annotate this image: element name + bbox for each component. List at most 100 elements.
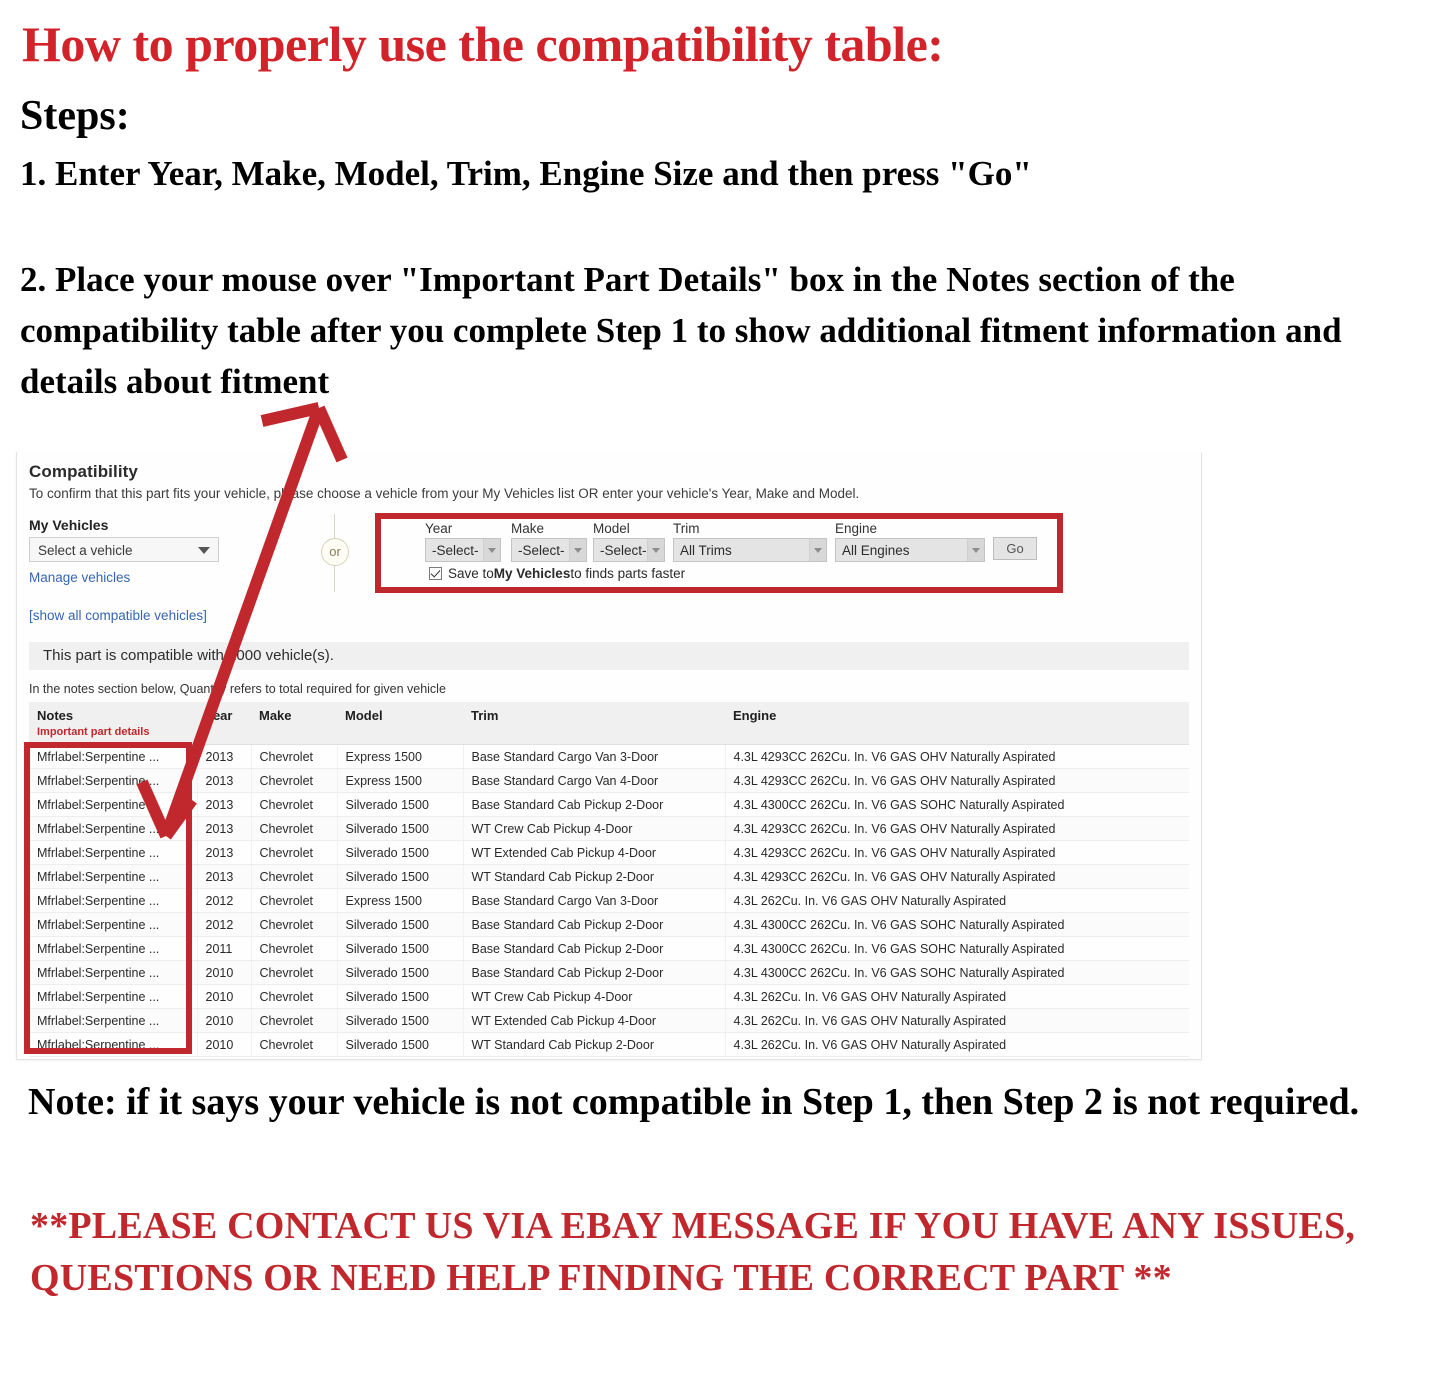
- column-header-trim[interactable]: Trim: [463, 702, 725, 745]
- table-row: Mfrlabel:Serpentine ... 2010 Chevrolet Silv…: [29, 1008, 1189, 1033]
- column-header-model[interactable]: Model: [337, 702, 463, 745]
- vehicle-select-dropdown[interactable]: Select a vehicle: [29, 537, 219, 562]
- column-header-make[interactable]: Make: [251, 702, 337, 745]
- cell-year: 2013: [197, 816, 252, 841]
- go-button[interactable]: Go: [993, 537, 1037, 560]
- compatibility-heading: Compatibility: [29, 462, 138, 481]
- model-value: -Select-: [600, 542, 647, 558]
- chevron-down-icon: [198, 547, 210, 554]
- column-header-notes-label: Notes: [37, 708, 74, 723]
- column-header-notes[interactable]: Notes Important part details: [29, 702, 197, 745]
- cell-engine: 4.3L 4293CC 262Cu. In. V6 GAS OHV Natura…: [725, 816, 1189, 841]
- cell-model: Silverado 1500: [337, 864, 464, 889]
- chevron-down-icon: [569, 539, 586, 561]
- engine-select[interactable]: All Engines: [835, 538, 985, 562]
- year-select[interactable]: -Select-: [425, 538, 501, 562]
- manage-vehicles-link[interactable]: Manage vehicles: [29, 570, 130, 585]
- column-header-engine[interactable]: Engine: [725, 702, 1189, 745]
- cell-make: Chevrolet: [251, 1032, 338, 1057]
- table-row: Mfrlabel:Serpentine ... 2010 Chevrolet Silv…: [29, 960, 1189, 985]
- cell-notes[interactable]: Mfrlabel:Serpentine ...: [29, 960, 198, 985]
- cell-notes[interactable]: Mfrlabel:Serpentine ...: [29, 888, 198, 913]
- cell-year: 2012: [197, 888, 252, 913]
- cell-engine: 4.3L 4300CC 262Cu. In. V6 GAS SOHC Natur…: [725, 912, 1189, 937]
- cell-make: Chevrolet: [251, 792, 338, 817]
- cell-notes[interactable]: Mfrlabel:Serpentine ...: [29, 1008, 198, 1033]
- table-row: Mfrlabel:Serpentine ... 2010 Chevrolet Silv…: [29, 984, 1189, 1009]
- engine-value: All Engines: [842, 542, 910, 558]
- cell-model: Express 1500: [337, 888, 464, 913]
- trim-field: Trim All Trims: [673, 521, 827, 562]
- cell-notes[interactable]: Mfrlabel:Serpentine ...: [29, 816, 198, 841]
- save-text-bold: My Vehicles: [493, 566, 571, 581]
- step-2-text: 2. Place your mouse over "Important Part…: [20, 260, 1342, 401]
- chevron-down-icon: [967, 539, 984, 561]
- compatibility-panel: Compatibility To confirm that this part …: [16, 452, 1202, 1060]
- cell-make: Chevrolet: [251, 840, 338, 865]
- save-to-my-vehicles-row: Save to My Vehicles to finds parts faste…: [429, 566, 685, 581]
- my-vehicles-label: My Vehicles: [29, 517, 109, 533]
- cell-year: 2012: [197, 912, 252, 937]
- cell-notes[interactable]: Mfrlabel:Serpentine ...: [29, 792, 198, 817]
- engine-field: Engine All Engines: [835, 521, 985, 562]
- year-field: Year -Select-: [425, 521, 501, 562]
- table-row: Mfrlabel:Serpentine ... 2013 Chevrolet Silv…: [29, 792, 1189, 817]
- year-value: -Select-: [432, 542, 479, 558]
- cell-make: Chevrolet: [251, 912, 338, 937]
- cell-notes[interactable]: Mfrlabel:Serpentine ...: [29, 744, 198, 769]
- model-select[interactable]: -Select-: [593, 538, 665, 562]
- show-all-compatible-vehicles-link[interactable]: [show all compatible vehicles]: [29, 608, 207, 623]
- important-part-details-label[interactable]: Important part details: [37, 726, 191, 738]
- model-field: Model -Select-: [593, 521, 665, 562]
- cell-year: 2013: [197, 744, 252, 769]
- table-row: Mfrlabel:Serpentine ... 2013 Chevrolet Silv…: [29, 840, 1189, 865]
- cell-make: Chevrolet: [251, 1008, 338, 1033]
- or-separator: or: [317, 514, 353, 592]
- cell-notes[interactable]: Mfrlabel:Serpentine ...: [29, 1032, 198, 1057]
- cell-trim: WT Crew Cab Pickup 4-Door: [463, 816, 726, 841]
- cell-notes[interactable]: Mfrlabel:Serpentine ...: [29, 864, 198, 889]
- cell-year: 2013: [197, 768, 252, 793]
- cell-notes[interactable]: Mfrlabel:Serpentine ...: [29, 912, 198, 937]
- cell-trim: Base Standard Cab Pickup 2-Door: [463, 960, 726, 985]
- table-header-row: Notes Important part details Year Make M…: [29, 702, 1189, 745]
- cell-make: Chevrolet: [251, 816, 338, 841]
- cell-notes[interactable]: Mfrlabel:Serpentine ...: [29, 840, 198, 865]
- trim-select[interactable]: All Trims: [673, 538, 827, 562]
- chevron-down-icon: [483, 539, 500, 561]
- cell-notes[interactable]: Mfrlabel:Serpentine ...: [29, 984, 198, 1009]
- cell-engine: 4.3L 4300CC 262Cu. In. V6 GAS SOHC Natur…: [725, 960, 1189, 985]
- cell-engine: 4.3L 262Cu. In. V6 GAS OHV Naturally Asp…: [725, 1008, 1189, 1033]
- save-text-before: Save to: [448, 566, 494, 581]
- cell-make: Chevrolet: [251, 888, 338, 913]
- engine-label: Engine: [835, 521, 878, 536]
- cell-make: Chevrolet: [251, 744, 338, 769]
- table-header: Notes Important part details Year Make M…: [29, 702, 1189, 745]
- cell-year: 2013: [197, 840, 252, 865]
- table-row: Mfrlabel:Serpentine ... 2013 Chevrolet Silv…: [29, 816, 1189, 841]
- cell-notes[interactable]: Mfrlabel:Serpentine ...: [29, 768, 198, 793]
- cell-notes[interactable]: Mfrlabel:Serpentine ...: [29, 936, 198, 961]
- cell-make: Chevrolet: [251, 936, 338, 961]
- cell-model: Silverado 1500: [337, 960, 464, 985]
- cell-trim: Base Standard Cargo Van 3-Door: [463, 888, 726, 913]
- cell-model: Express 1500: [337, 744, 464, 769]
- cell-model: Silverado 1500: [337, 816, 464, 841]
- cell-trim: WT Standard Cab Pickup 2-Door: [463, 1032, 726, 1057]
- cell-engine: 4.3L 4293CC 262Cu. In. V6 GAS OHV Natura…: [725, 840, 1189, 865]
- compatibility-results-table: Notes Important part details Year Make M…: [29, 702, 1189, 1057]
- table-row: Mfrlabel:Serpentine ... 2013 Chevrolet Silv…: [29, 864, 1189, 889]
- make-field: Make -Select-: [511, 521, 587, 562]
- make-select[interactable]: -Select-: [511, 538, 587, 562]
- cell-year: 2010: [197, 1032, 252, 1057]
- column-header-year[interactable]: Year: [197, 702, 251, 745]
- cell-trim: WT Extended Cab Pickup 4-Door: [463, 1008, 726, 1033]
- chevron-down-icon: [809, 539, 826, 561]
- compatible-count-bar: This part is compatible with 1000 vehicl…: [29, 642, 1189, 670]
- save-to-my-vehicles-checkbox[interactable]: [429, 567, 442, 580]
- table-row: Mfrlabel:Serpentine ... 2013 Chevrolet Expr…: [29, 744, 1189, 769]
- make-label: Make: [511, 521, 545, 536]
- cell-engine: 4.3L 262Cu. In. V6 GAS OHV Naturally Asp…: [725, 1032, 1189, 1057]
- cell-model: Silverado 1500: [337, 840, 464, 865]
- cell-trim: Base Standard Cab Pickup 2-Door: [463, 936, 726, 961]
